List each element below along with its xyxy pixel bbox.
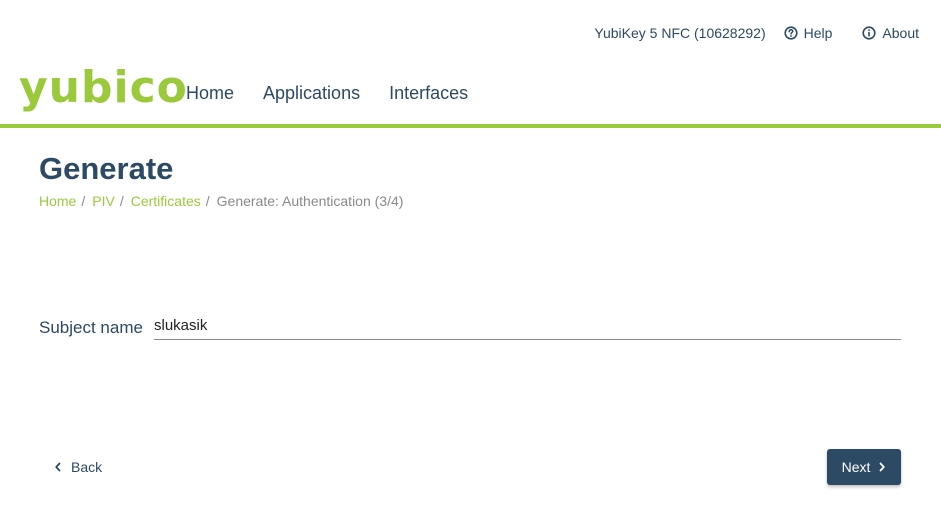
subject-name-input[interactable] <box>154 312 901 340</box>
help-link[interactable]: Help <box>784 24 833 42</box>
next-label: Next <box>841 459 871 475</box>
breadcrumb-certificates[interactable]: Certificates <box>131 192 201 210</box>
back-button[interactable]: Back <box>46 452 110 482</box>
breadcrumb-separator: / <box>119 193 124 209</box>
topbar: YubiKey 5 NFC (10628292) Help About <box>594 24 919 42</box>
info-circle-icon <box>862 26 877 40</box>
breadcrumb-piv[interactable]: PIV <box>92 192 115 210</box>
main-nav: Home Applications Interfaces <box>186 81 497 105</box>
app-header: YubiKey 5 NFC (10628292) Help About yubi… <box>0 0 941 128</box>
breadcrumb: Home / PIV / Certificates / Generate: Au… <box>39 192 403 210</box>
nav-item-home[interactable]: Home <box>186 81 234 105</box>
page-title: Generate <box>39 151 174 186</box>
back-label: Back <box>71 459 103 475</box>
breadcrumb-current: Generate: Authentication (3/4) <box>216 193 404 209</box>
breadcrumb-home[interactable]: Home <box>39 192 76 210</box>
about-link[interactable]: About <box>862 24 919 42</box>
nav-item-applications[interactable]: Applications <box>263 81 360 105</box>
breadcrumb-separator: / <box>205 193 210 209</box>
about-label: About <box>882 25 919 41</box>
breadcrumb-separator: / <box>81 193 86 209</box>
subject-name-label: Subject name <box>39 318 143 337</box>
device-name: YubiKey 5 NFC (10628292) <box>594 25 766 41</box>
help-circle-icon <box>784 26 798 40</box>
nav-item-interfaces[interactable]: Interfaces <box>389 81 468 105</box>
next-button[interactable]: Next <box>827 449 901 485</box>
help-label: Help <box>803 25 833 41</box>
chevron-left-icon <box>54 462 62 472</box>
chevron-right-icon <box>878 462 886 472</box>
yubico-logo[interactable]: yubico <box>19 62 188 114</box>
